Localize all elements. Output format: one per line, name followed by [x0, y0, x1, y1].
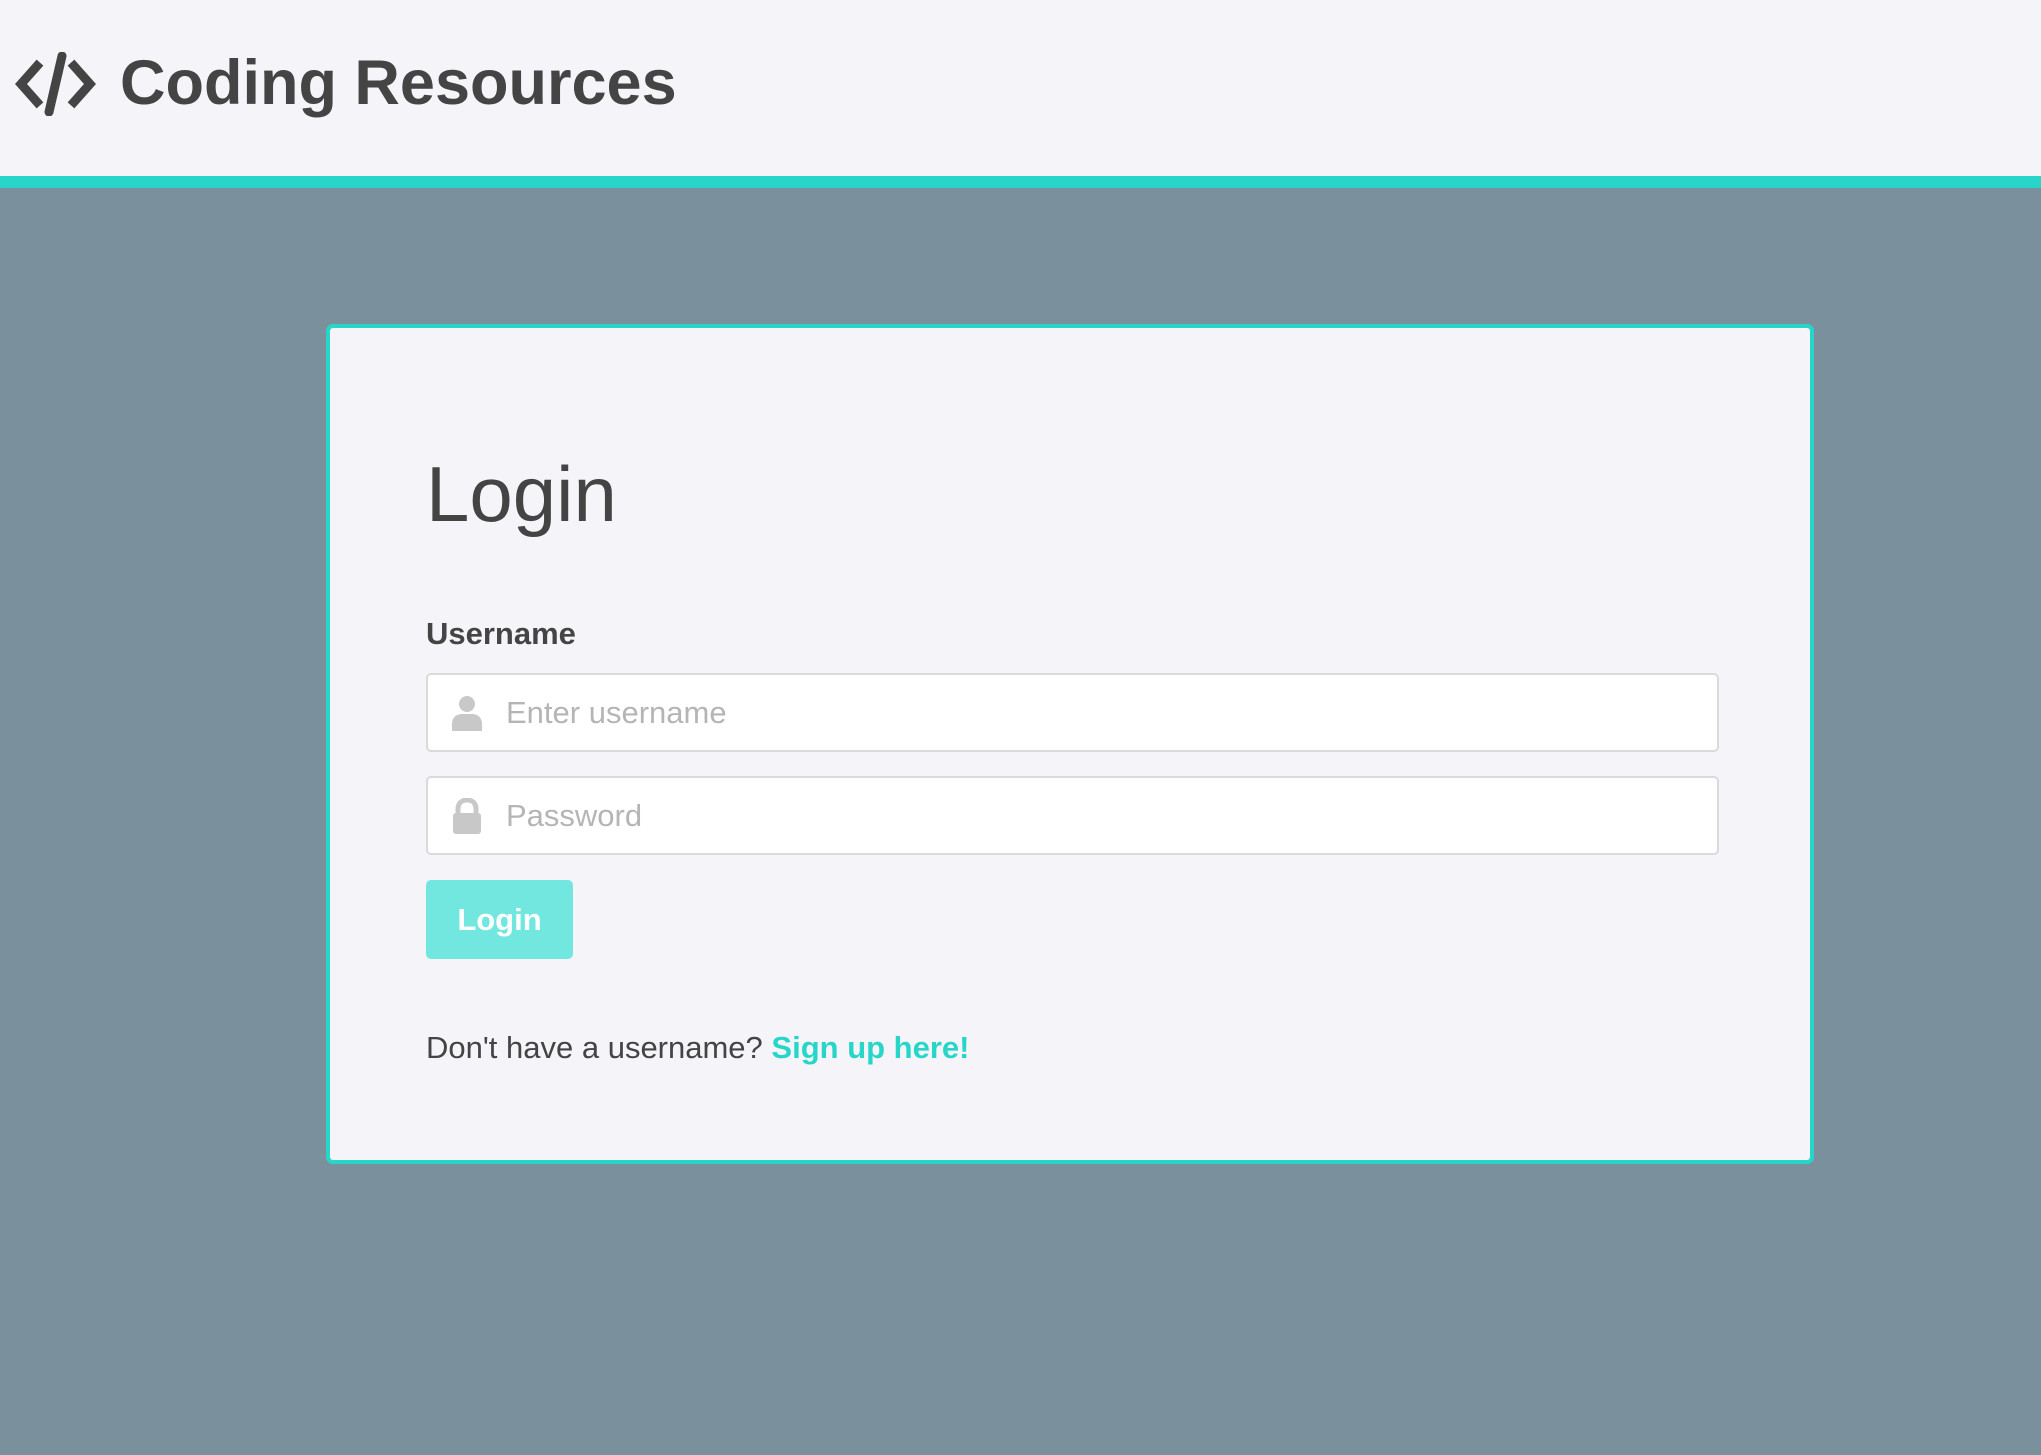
code-icon[interactable] — [15, 52, 96, 116]
username-label: Username — [426, 616, 576, 651]
password-input[interactable] — [506, 778, 1701, 853]
site-header: Coding Resources — [0, 0, 2041, 188]
signup-prompt: Don't have a username? Sign up here! — [426, 1028, 970, 1068]
login-heading: Login — [426, 450, 617, 538]
signup-prompt-text: Don't have a username? — [426, 1030, 763, 1065]
lock-icon — [453, 798, 481, 834]
signup-link[interactable]: Sign up here! — [771, 1030, 969, 1065]
site-title[interactable]: Coding Resources — [120, 44, 677, 122]
user-icon — [452, 696, 482, 731]
username-input[interactable] — [506, 675, 1701, 750]
username-field[interactable] — [426, 673, 1719, 752]
login-button[interactable]: Login — [426, 880, 573, 959]
login-card: Login Username Login Don't have a userna… — [326, 324, 1814, 1164]
password-field[interactable] — [426, 776, 1719, 855]
